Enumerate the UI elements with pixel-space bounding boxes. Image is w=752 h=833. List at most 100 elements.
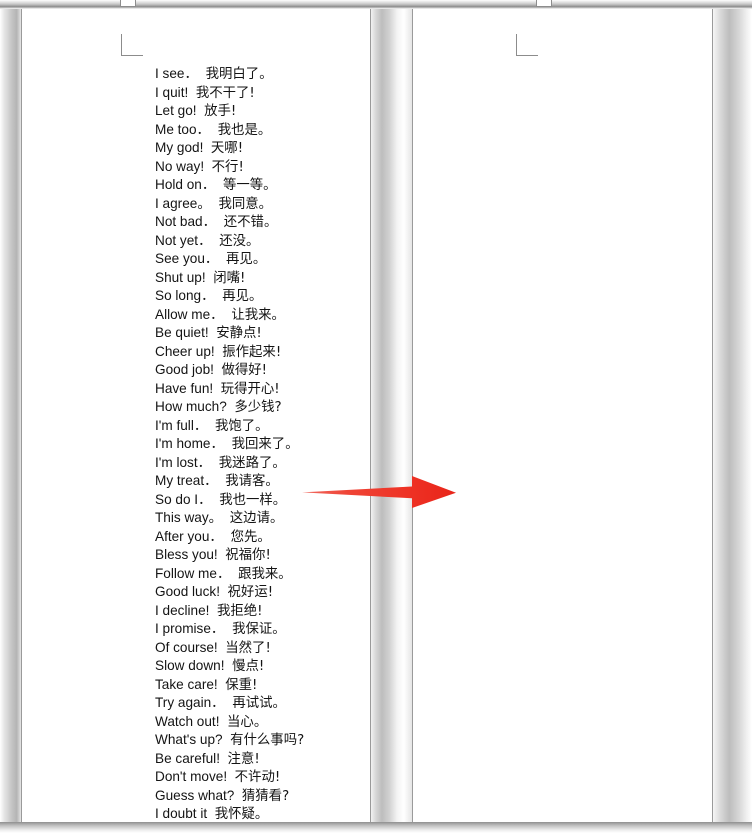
english-phrase: I'm home． xyxy=(155,436,225,451)
left-phrase-line: I agree。 我同意。 xyxy=(155,195,311,214)
text-boundary-corner-marker xyxy=(121,34,143,56)
english-phrase: After you． xyxy=(155,528,223,544)
left-phrase-line: Guess what? 猜猜看? xyxy=(155,787,311,806)
left-phrase-line: Bless you! 祝福你! xyxy=(155,546,311,565)
english-phrase: I promise． xyxy=(155,621,225,636)
left-phrase-line: After you． 您先。 xyxy=(155,528,311,547)
english-phrase: My god! xyxy=(155,140,204,155)
top-edge-band xyxy=(0,0,752,9)
chinese-translation: 玩得开心! xyxy=(220,381,280,397)
left-phrase-line: So long． 再见。 xyxy=(155,287,311,306)
chinese-translation: 慢点! xyxy=(232,659,265,674)
chinese-translation: 当心。 xyxy=(227,714,268,730)
english-phrase: I decline! xyxy=(155,602,210,618)
text-boundary-corner-marker xyxy=(516,34,538,56)
chinese-translation: 您先。 xyxy=(230,529,271,545)
left-phrase-line: Allow me． 让我来。 xyxy=(155,306,311,325)
english-phrase: Shut up! xyxy=(155,269,206,285)
english-phrase: Slow down! xyxy=(155,658,225,673)
left-phrase-line: I'm lost． 我迷路了。 xyxy=(155,454,311,473)
english-phrase: Bless you! xyxy=(155,547,218,562)
chinese-translation: 多少钱? xyxy=(234,400,282,415)
chinese-translation: 跟我来。 xyxy=(238,566,292,582)
bottom-edge-band xyxy=(0,822,752,833)
left-phrase-line: Try again． 再试试。 xyxy=(155,694,311,713)
left-phrase-line: Let go! 放手! xyxy=(155,102,311,121)
english-phrase: How much? xyxy=(155,399,227,414)
left-phrase-line: I promise． 我保证。 xyxy=(155,620,311,639)
left-phrase-line: What's up? 有什么事吗? xyxy=(155,731,311,750)
english-phrase: I doubt it xyxy=(155,806,208,821)
left-phrase-line: Don't move! 不许动! xyxy=(155,768,311,787)
english-phrase: Good job! xyxy=(155,362,214,377)
chinese-translation: 再见。 xyxy=(226,252,267,267)
chinese-translation: 祝福你! xyxy=(225,548,271,563)
left-phrase-line: I'm full． 我饱了。 xyxy=(155,417,311,436)
left-phrase-line: I'm home． 我回来了。 xyxy=(155,435,311,454)
chinese-translation: 我怀疑。 xyxy=(214,807,269,822)
right-document-page[interactable]: I seeI quitLet goMe tooMy godNo wayHold … xyxy=(412,9,713,822)
chinese-translation: 振作起来! xyxy=(222,344,282,360)
left-phrase-line: Take care! 保重! xyxy=(155,676,311,695)
english-phrase: No way! xyxy=(155,158,205,174)
chinese-translation: 我明白了。 xyxy=(205,67,273,82)
english-phrase: Not yet． xyxy=(155,232,212,248)
left-phrase-line: I doubt it 我怀疑。 xyxy=(155,805,311,822)
left-phrase-line: Be careful! 注意! xyxy=(155,750,311,769)
english-phrase: Not bad． xyxy=(155,214,217,229)
left-phrase-line: Have fun! 玩得开心! xyxy=(155,380,311,399)
left-page-top-notch xyxy=(120,0,136,7)
left-document-page[interactable]: I see． 我明白了。 I quit! 我不干了! Let go! 放手! Me t… xyxy=(21,9,371,822)
english-phrase: Cheer up! xyxy=(155,343,215,359)
left-phrase-line: Shut up! 闭嘴! xyxy=(155,269,311,288)
english-phrase: So do I． xyxy=(155,491,212,507)
chinese-translation: 天哪! xyxy=(210,141,244,156)
left-phrase-line: I see． 我明白了。 xyxy=(155,65,311,84)
english-phrase: Of course! xyxy=(155,639,218,655)
left-phrase-line: Slow down! 慢点! xyxy=(155,657,311,676)
left-phrase-line: Watch out! 当心。 xyxy=(155,713,311,732)
chinese-translation: 做得好! xyxy=(221,363,268,378)
english-phrase: Be quiet! xyxy=(155,325,209,340)
left-phrase-line: Of course! 当然了! xyxy=(155,639,311,658)
english-phrase: Me too． xyxy=(155,121,211,137)
chinese-translation: 我请客。 xyxy=(225,474,279,489)
english-phrase: Good luck! xyxy=(155,584,220,599)
english-phrase: Let go! xyxy=(155,103,197,118)
chinese-translation: 我迷路了。 xyxy=(218,455,286,471)
chinese-translation: 当然了! xyxy=(225,640,271,656)
chinese-translation: 不行! xyxy=(211,159,244,175)
english-phrase: My treat． xyxy=(155,473,218,488)
english-phrase: Guess what? xyxy=(155,787,235,803)
chinese-translation: 再见。 xyxy=(222,289,263,304)
left-document-text-column[interactable]: I see． 我明白了。 I quit! 我不干了! Let go! 放手! Me t… xyxy=(155,65,311,822)
english-phrase: I'm lost． xyxy=(155,454,212,470)
english-phrase: Try again． xyxy=(155,695,225,710)
english-phrase: I'm full． xyxy=(155,417,208,433)
chinese-translation: 再试试。 xyxy=(232,696,286,711)
english-phrase: Hold on． xyxy=(155,177,216,192)
english-phrase: Allow me． xyxy=(155,306,224,322)
chinese-translation: 不许动! xyxy=(234,770,281,785)
chinese-translation: 我保证。 xyxy=(232,622,286,637)
left-phrase-line: Not bad． 还不错。 xyxy=(155,213,311,232)
left-phrase-line: I quit! 我不干了! xyxy=(155,84,311,103)
chinese-translation: 安静点! xyxy=(216,326,262,341)
left-phrase-line: Good luck! 祝好运! xyxy=(155,583,311,602)
chinese-translation: 有什么事吗? xyxy=(230,733,305,748)
english-phrase: This way。 xyxy=(155,510,223,525)
english-phrase: Don't move! xyxy=(155,769,228,784)
left-phrase-line: So do I． 我也一样。 xyxy=(155,491,311,510)
left-phrase-line: Me too． 我也是。 xyxy=(155,121,311,140)
chinese-translation: 猜猜看? xyxy=(241,788,290,804)
english-phrase: Take care! xyxy=(155,676,218,692)
left-phrase-line: How much? 多少钱? xyxy=(155,398,311,417)
chinese-translation: 保重! xyxy=(225,677,258,693)
english-phrase: See you． xyxy=(155,251,219,266)
chinese-translation: 这边请。 xyxy=(229,511,284,526)
right-page-shadow-gutter xyxy=(713,9,752,822)
english-phrase: Be careful! xyxy=(155,750,220,766)
screenshot-canvas: I see． 我明白了。 I quit! 我不干了! Let go! 放手! Me t… xyxy=(0,0,752,833)
left-phrase-line: Cheer up! 振作起来! xyxy=(155,343,311,362)
chinese-translation: 还没。 xyxy=(219,233,260,249)
